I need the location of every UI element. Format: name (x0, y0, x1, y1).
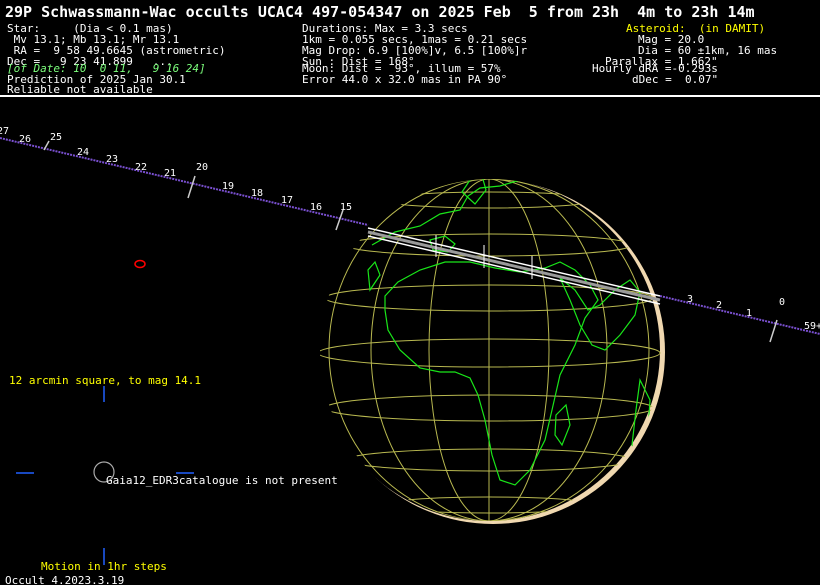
tick-15 (335, 209, 344, 231)
version-label: Occult 4.2023.3.19 (5, 574, 125, 585)
motion-caption: Motion in 1hr steps (41, 560, 167, 573)
time-label-0: 0 (779, 297, 785, 308)
error-ellipse-marker (134, 259, 146, 269)
time-label-3: 3 (687, 294, 693, 305)
time-label-16: 16 (310, 202, 322, 213)
tick-20 (187, 175, 196, 199)
catalogue-note: Gaia12_EDR3catalogue is not present (106, 474, 338, 487)
occultation-plot: 29P Schwassmann-Wac occults UCAC4 497-05… (0, 0, 820, 585)
time-label-21: 21 (164, 168, 176, 179)
time-label-19: 19 (222, 181, 234, 192)
time-label-24: 24 (77, 147, 89, 158)
starchart-caption: 12 arcmin square, to mag 14.1 (9, 374, 202, 387)
time-label-59: 59+ (804, 321, 820, 332)
time-label-22: 22 (135, 162, 147, 173)
time-label-26: 26 (19, 134, 31, 145)
time-label-15: 15 (340, 202, 352, 213)
time-label-17: 17 (281, 195, 293, 206)
time-label-27: 27 (0, 126, 9, 137)
time-label-20: 20 (196, 162, 208, 173)
time-label-18: 18 (251, 188, 263, 199)
plot-canvas: 27 26 25 24 23 22 21 20 19 18 17 16 15 3… (0, 126, 820, 565)
time-label-1: 1 (746, 308, 752, 319)
time-label-23: 23 (106, 154, 118, 165)
time-label-2: 2 (716, 300, 722, 311)
time-label-25: 25 (50, 132, 62, 143)
